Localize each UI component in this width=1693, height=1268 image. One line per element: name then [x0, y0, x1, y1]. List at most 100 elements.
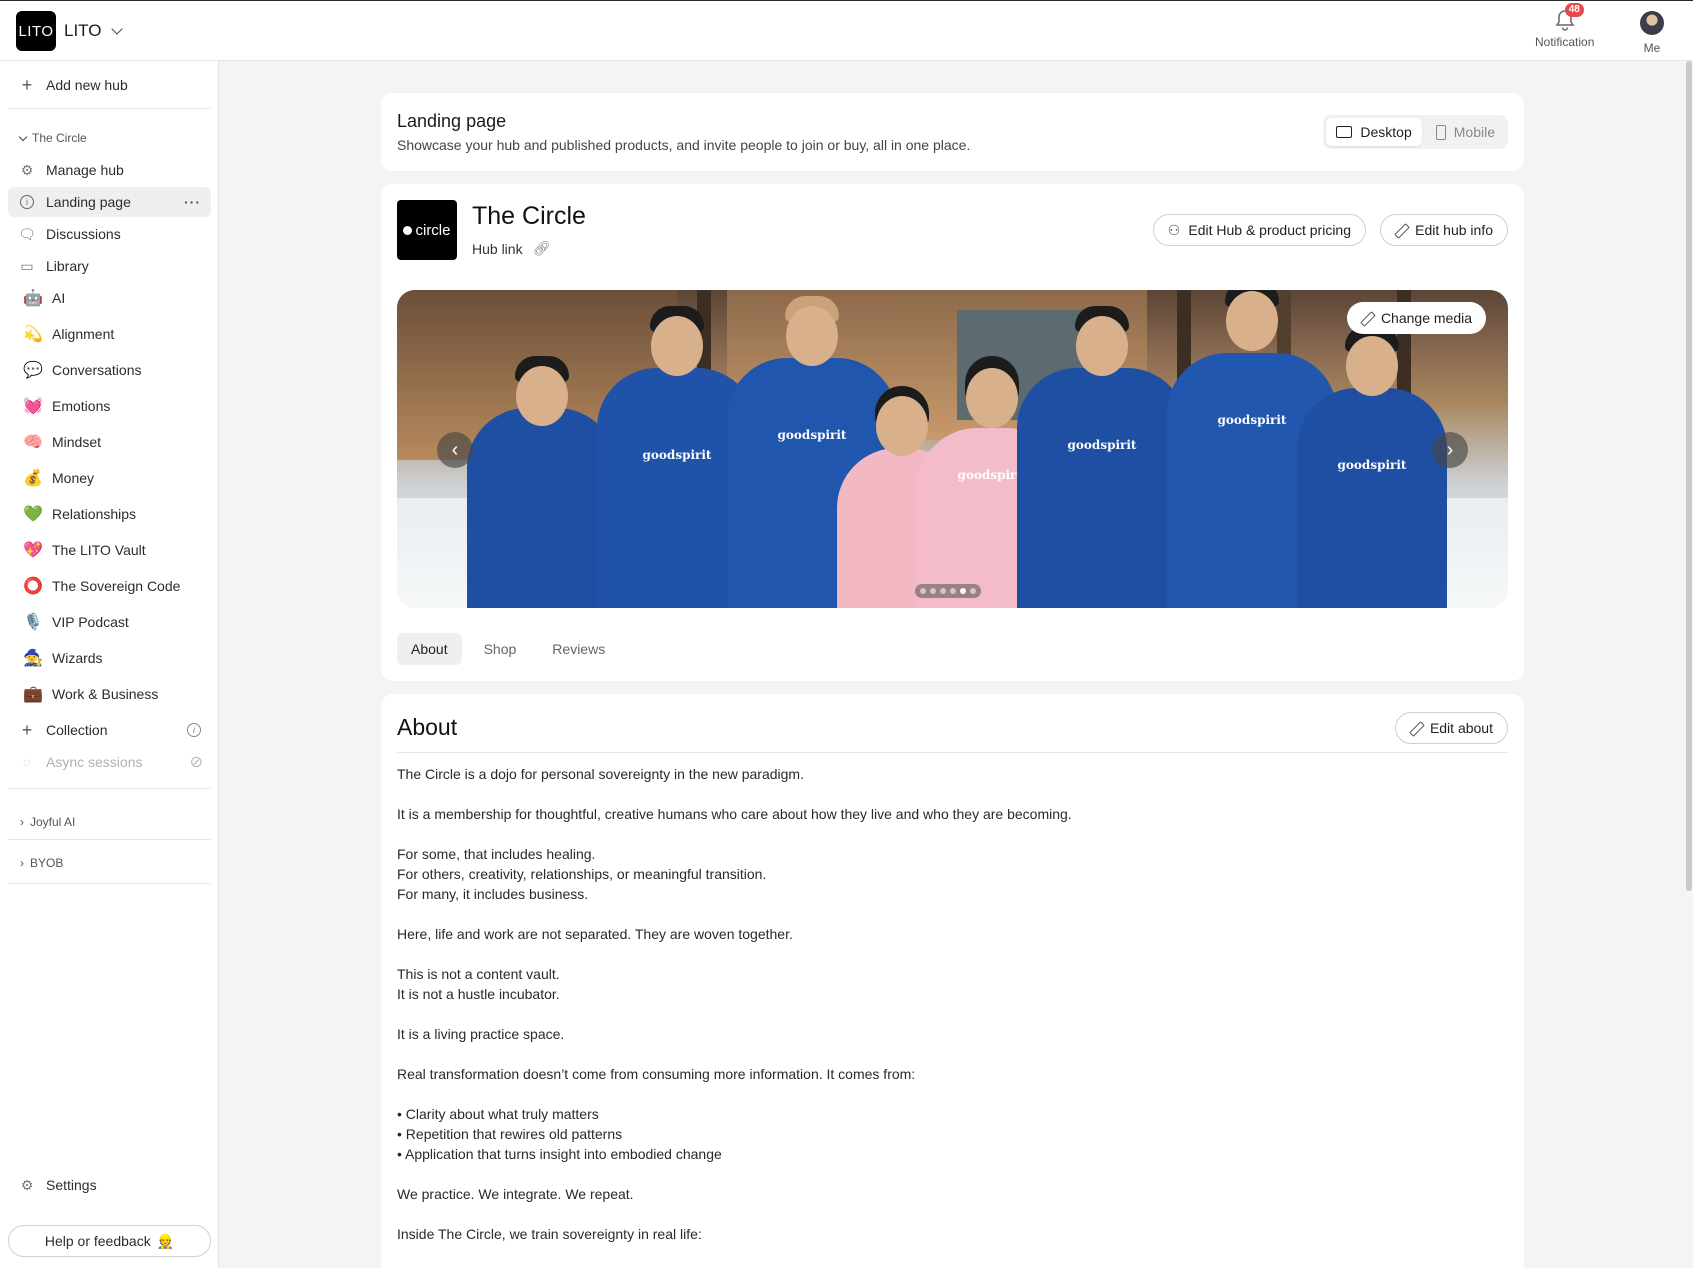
mobile-view-button[interactable]: Mobile: [1426, 118, 1505, 146]
plus-icon: +: [21, 74, 33, 95]
sidebar-item-label: Manage hub: [46, 162, 124, 178]
divider: [8, 108, 211, 109]
hero-media: goodspirit goodspirit goodspirit goodspi…: [397, 290, 1508, 608]
sidebar-space-sovereign-code[interactable]: ⭕ The Sovereign Code: [8, 571, 211, 601]
carousel-prev-button[interactable]: ‹: [437, 432, 473, 468]
tab-about[interactable]: About: [397, 633, 462, 665]
sidebar-space-mindset[interactable]: 🧠 Mindset: [8, 427, 211, 457]
pencil-icon: [1361, 312, 1373, 324]
add-new-hub-label: Add new hub: [46, 77, 128, 93]
robot-icon: 🤖: [23, 290, 43, 307]
sidebar-item-discussions[interactable]: 🗨 Discussions: [8, 219, 211, 249]
help-feedback-button[interactable]: Help or feedback 👷: [8, 1225, 211, 1257]
green-heart-icon: 💚: [23, 506, 43, 523]
tab-reviews[interactable]: Reviews: [538, 633, 619, 665]
desktop-view-button[interactable]: Desktop: [1326, 118, 1422, 146]
edit-hub-info-button[interactable]: Edit hub info: [1380, 214, 1508, 246]
page-title: Landing page: [397, 111, 507, 131]
avatar: [1640, 11, 1664, 35]
carousel-dot[interactable]: [950, 588, 956, 594]
settings-label: Settings: [46, 1177, 97, 1193]
sidebar-space-wizards[interactable]: 🧙 Wizards: [8, 643, 211, 673]
carousel-dot[interactable]: [930, 588, 936, 594]
sidebar-item-landing-page[interactable]: i Landing page ···: [8, 187, 211, 217]
sidebar-item-label: The Sovereign Code: [52, 578, 181, 594]
view-toggle: Desktop Mobile: [1323, 115, 1508, 149]
more-options-icon[interactable]: ···: [184, 194, 201, 210]
help-label: Help or feedback: [44, 1233, 151, 1249]
edit-about-button[interactable]: Edit about: [1394, 712, 1508, 744]
divider: [397, 752, 1508, 753]
sidebar-item-manage-hub[interactable]: ⚙ Manage hub: [8, 155, 211, 185]
edit-pricing-button[interactable]: ⚇ Edit Hub & product pricing: [1152, 214, 1366, 246]
worker-icon: 👷: [156, 1232, 175, 1249]
sidebar-space-vip-podcast[interactable]: 🎙️ VIP Podcast: [8, 607, 211, 637]
notification-button[interactable]: 48 Notification: [1535, 3, 1595, 49]
chevron-right-icon: ›: [1446, 438, 1454, 461]
profile-button[interactable]: Me: [1640, 9, 1664, 55]
sidebar-item-label: Relationships: [52, 506, 137, 522]
sidebar-item-async-sessions[interactable]: ◌ Async sessions ⊘: [8, 747, 211, 777]
sidebar-item-label: Async sessions: [46, 754, 143, 770]
add-new-hub-button[interactable]: + Add new hub: [8, 70, 211, 100]
hub-card: circle The Circle Hub link 🔗︎ ⚇ Edit Hub…: [381, 184, 1524, 681]
pencil-icon: [1410, 722, 1422, 734]
hub-switcher[interactable]: LITO LITO: [16, 11, 124, 51]
group-toggle-byob[interactable]: › BYOB: [20, 856, 63, 870]
sidebar-item-label: The LITO Vault: [52, 542, 146, 558]
info-icon[interactable]: i: [187, 723, 201, 737]
sidebar-space-emotions[interactable]: 💓 Emotions: [8, 391, 211, 421]
change-media-label: Change media: [1380, 310, 1472, 326]
carousel-next-button[interactable]: ›: [1432, 432, 1468, 468]
dizzy-icon: 💫: [23, 326, 43, 343]
sidebar-space-ai[interactable]: 🤖 AI: [8, 283, 211, 313]
chevron-down-icon: [18, 132, 28, 141]
sidebar-space-alignment[interactable]: 💫 Alignment: [8, 319, 211, 349]
eye-off-icon[interactable]: ⊘: [190, 752, 203, 772]
group-toggle-the-circle[interactable]: The Circle: [18, 131, 87, 145]
sparkling-heart-icon: 💖: [23, 542, 43, 559]
edit-about-label: Edit about: [1429, 720, 1493, 736]
mobile-label: Mobile: [1453, 124, 1495, 140]
me-label: Me: [1643, 41, 1661, 55]
carousel-dot[interactable]: [970, 588, 976, 594]
sidebar: + Add new hub The Circle ⚙ Manage hub i …: [0, 61, 219, 1268]
carousel-dot[interactable]: [940, 588, 946, 594]
landing-header-card: Landing page Showcase your hub and publi…: [381, 93, 1524, 171]
chat-icon: 🗨: [18, 225, 36, 242]
scrollbar[interactable]: [1684, 61, 1693, 1268]
app-name: LITO: [64, 21, 102, 40]
sidebar-item-label: Collection: [46, 722, 108, 738]
sidebar-item-collection[interactable]: + Collection i: [8, 715, 211, 745]
link-icon[interactable]: 🔗︎: [533, 240, 551, 257]
carousel-dot[interactable]: [960, 588, 966, 594]
sidebar-item-label: VIP Podcast: [52, 614, 129, 630]
briefcase-icon: 💼: [23, 686, 43, 703]
group-toggle-joyful-ai[interactable]: › Joyful AI: [20, 815, 75, 829]
about-title: About: [397, 714, 458, 740]
notification-label: Notification: [1535, 35, 1595, 49]
sidebar-item-library[interactable]: ▭ Library: [8, 251, 211, 281]
heart-icon: 💓: [23, 398, 43, 415]
sidebar-space-work-business[interactable]: 💼 Work & Business: [8, 679, 211, 709]
carousel-indicator: [915, 584, 981, 598]
settings-button[interactable]: ⚙ Settings: [8, 1170, 211, 1200]
hub-link[interactable]: Hub link 🔗︎: [472, 240, 550, 257]
tab-shop[interactable]: Shop: [470, 633, 531, 665]
group-label: The Circle: [32, 131, 87, 145]
money-bag-icon: 💰: [23, 470, 43, 487]
sidebar-item-label: Wizards: [52, 650, 103, 666]
sidebar-space-relationships[interactable]: 💚 Relationships: [8, 499, 211, 529]
sidebar-space-conversations[interactable]: 💬 Conversations: [8, 355, 211, 385]
sidebar-space-lito-vault[interactable]: 💖 The LITO Vault: [8, 535, 211, 565]
hub-name: The Circle: [472, 202, 586, 230]
scrollbar-thumb[interactable]: [1686, 61, 1692, 891]
info-icon: i: [18, 193, 36, 211]
sidebar-space-money[interactable]: 💰 Money: [8, 463, 211, 493]
change-media-button[interactable]: Change media: [1346, 302, 1486, 334]
async-sessions-icon: ◌: [22, 754, 32, 770]
microphone-icon: 🎙️: [23, 614, 43, 631]
carousel-dot[interactable]: [920, 588, 926, 594]
user-pricing-icon: ⚇: [1167, 221, 1181, 238]
pencil-icon: [1395, 224, 1407, 236]
